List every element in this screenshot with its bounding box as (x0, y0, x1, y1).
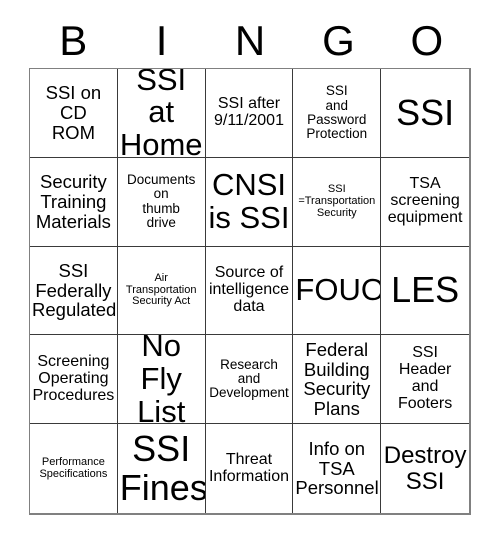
bingo-cell-label: FOUO (295, 272, 382, 308)
bingo-cell-label: Performance Specifications (39, 455, 108, 480)
bingo-header-letter-n: N (234, 17, 266, 64)
bingo-cell-i2[interactable]: Documents on thumb drive (117, 157, 206, 247)
bingo-cell-o3[interactable]: LES (381, 246, 469, 336)
bingo-cell-label: LES (391, 269, 460, 311)
bingo-cell-label: Source of intelligence data (208, 264, 290, 315)
bingo-cell-o5[interactable]: Destroy SSI (381, 424, 469, 513)
bingo-cell-i4[interactable]: No Fly List (117, 335, 206, 425)
bingo-grid: SSI on CD ROM SSI at Home SSI after 9/11… (29, 68, 471, 515)
bingo-cell-label: SSI =Transportation Security (298, 183, 376, 219)
bingo-cell-b1[interactable]: SSI on CD ROM (30, 69, 118, 158)
bingo-cell-label: TSA screening equipment (387, 175, 463, 227)
bingo-cell-n3[interactable]: Source of intelligence data (205, 246, 294, 336)
bingo-cell-label: SSI Header and Footers (397, 344, 453, 413)
bingo-cell-label: SSI (396, 91, 455, 133)
bingo-cell-g4[interactable]: Federal Building Security Plans (293, 335, 382, 425)
bingo-cell-label: SSI Federally Regulated (32, 260, 117, 321)
bingo-cell-b4[interactable]: Screening Operating Procedures (30, 335, 118, 425)
bingo-cell-g2[interactable]: SSI =Transportation Security (293, 157, 382, 247)
bingo-cell-o1[interactable]: SSI (381, 69, 469, 158)
bingo-cell-label: Documents on thumb drive (127, 172, 196, 230)
bingo-cell-label: Air Transportation Security Act (125, 272, 197, 308)
bingo-header-row: B I N G O (29, 14, 471, 68)
bingo-header-letter-o: O (410, 17, 444, 64)
bingo-cell-label: SSI Fines (119, 428, 206, 508)
bingo-cell-label: Info on TSA Personnel (295, 438, 379, 499)
bingo-cell-o4[interactable]: SSI Header and Footers (381, 335, 469, 425)
bingo-cell-o2[interactable]: TSA screening equipment (381, 157, 469, 247)
bingo-cell-n5[interactable]: Threat Information (205, 424, 294, 513)
bingo-cell-label: No Fly List (137, 335, 186, 425)
bingo-cell-label: CNSI is SSI (208, 166, 290, 235)
bingo-header-letter-b: B (59, 17, 88, 64)
bingo-cell-label: SSI at Home (119, 69, 203, 158)
bingo-cell-g3[interactable]: FOUO (293, 246, 382, 336)
bingo-header-letter-i: I (155, 17, 168, 64)
bingo-cell-i5[interactable]: SSI Fines (117, 424, 206, 513)
bingo-cell-label: Destroy SSI (383, 442, 467, 495)
bingo-cell-label: Threat Information (208, 450, 290, 485)
bingo-cell-label: SSI on CD ROM (45, 82, 102, 143)
bingo-cell-b5[interactable]: Performance Specifications (30, 424, 118, 513)
bingo-header-letter-g: G (322, 17, 355, 64)
bingo-cell-n2[interactable]: CNSI is SSI (205, 157, 294, 247)
bingo-cell-label: Federal Building Security Plans (303, 339, 371, 419)
bingo-cell-label: SSI after 9/11/2001 (213, 94, 284, 129)
bingo-cell-i1[interactable]: SSI at Home (117, 69, 206, 158)
bingo-cell-label: Security Training Materials (35, 171, 111, 232)
bingo-cell-i3[interactable]: Air Transportation Security Act (117, 246, 206, 336)
bingo-cell-label: Research and Development (209, 356, 289, 401)
bingo-cell-g1[interactable]: SSI and Password Protection (293, 69, 382, 158)
bingo-cell-b3[interactable]: SSI Federally Regulated (30, 246, 118, 336)
bingo-cell-n4[interactable]: Research and Development (205, 335, 294, 425)
bingo-cell-n1[interactable]: SSI after 9/11/2001 (205, 69, 294, 158)
bingo-cell-label: SSI and Password Protection (306, 83, 368, 142)
bingo-cell-g5[interactable]: Info on TSA Personnel (293, 424, 382, 513)
bingo-cell-b2[interactable]: Security Training Materials (30, 157, 118, 247)
bingo-card: B I N G O SSI on CD ROM SSI at Home SSI … (0, 0, 500, 544)
bingo-cell-label: Screening Operating Procedures (32, 352, 115, 404)
